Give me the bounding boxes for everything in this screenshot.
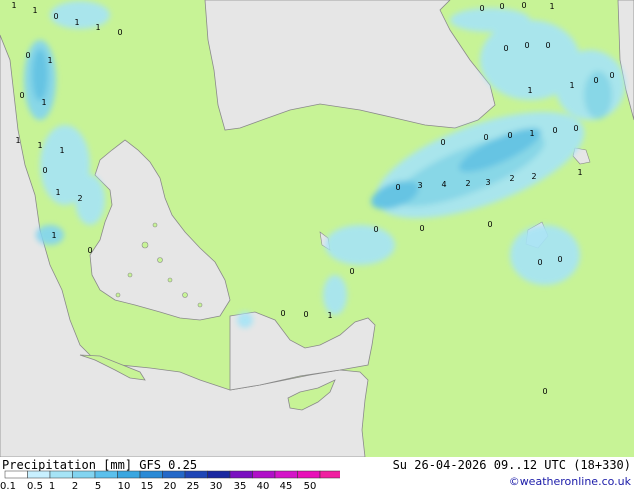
precip-value-label: 1 — [549, 2, 554, 11]
precip-value-label: 1 — [527, 86, 532, 95]
precip-value-label: 0 — [280, 309, 285, 318]
precip-value-label: 0 — [53, 12, 58, 21]
legend-swatch — [49, 470, 73, 479]
precip-value-label: 2 — [509, 174, 514, 183]
precip-value-label: 0 — [507, 131, 512, 140]
precip-value-label: 1 — [95, 23, 100, 32]
precip-value-label: 1 — [15, 136, 20, 145]
legend-tick-label: 2 — [72, 481, 78, 490]
precip-value-label: 2 — [465, 179, 470, 188]
legend-swatch — [252, 470, 276, 479]
legend-tick-label: 10 — [118, 481, 131, 490]
legend-swatch — [162, 470, 186, 479]
legend-swatch — [139, 470, 163, 479]
precip-value-label: 0 — [542, 387, 547, 396]
precipitation-map: 1 1 0 1 1 0 0 0 0 1 0 1 0 1 0 0 0 1 1 0 0 0 0 0 1 0 0 1 1 1 1 0 3 4 2 3 2 2 1 2… — [0, 0, 634, 457]
legend-swatch — [117, 470, 141, 479]
precip-value-label: 1 — [74, 18, 79, 27]
precip-value-label: 1 — [11, 1, 16, 10]
precip-value-label: 1 — [47, 56, 52, 65]
legend-swatch — [207, 470, 231, 479]
precip-value-label: 3 — [417, 181, 422, 190]
precip-value-label: 0 — [524, 41, 529, 50]
precip-value-label: 0 — [25, 51, 30, 60]
precip-value-label: 0 — [479, 4, 484, 13]
legend-tick-label: 30 — [210, 481, 223, 490]
precip-value-label: 1 — [577, 168, 582, 177]
precip-value-label: 0 — [499, 2, 504, 11]
legend-tick-label: 1 — [49, 481, 55, 490]
precip-value-label: 0 — [609, 71, 614, 80]
legend-tick-label: 20 — [164, 481, 177, 490]
precip-value-label: 0 — [487, 220, 492, 229]
precip-value-label: 0 — [593, 76, 598, 85]
legend-tick-label: 40 — [257, 481, 270, 490]
legend-swatch — [297, 470, 321, 479]
legend-tick-label: 35 — [234, 481, 247, 490]
precip-value-label: 1 — [51, 231, 56, 240]
legend-swatch — [4, 470, 28, 479]
legend-tick-label: 0.1 — [0, 481, 16, 490]
precip-value-label: 1 — [37, 141, 42, 150]
precip-value-label: 1 — [55, 188, 60, 197]
precip-value-label: 0 — [537, 258, 542, 267]
legend-swatch — [274, 470, 298, 479]
precip-value-label: 0 — [503, 44, 508, 53]
precip-value-label: 2 — [531, 172, 536, 181]
legend-tick-label: 0.5 — [27, 481, 43, 490]
precip-value-label: 0 — [349, 267, 354, 276]
precip-value-label: 0 — [521, 1, 526, 10]
precip-value-label: 1 — [327, 311, 332, 320]
precip-value-label: 0 — [373, 225, 378, 234]
precip-value-label: 2 — [77, 194, 82, 203]
run-info: Su 26-04-2026 09..12 UTC (18+330) — [392, 458, 631, 472]
precip-value-label: 1 — [32, 6, 37, 15]
legend-tick-label: 45 — [280, 481, 293, 490]
legend-tick-label: 25 — [187, 481, 200, 490]
precip-value-label: 0 — [557, 255, 562, 264]
precip-value-label: 0 — [552, 126, 557, 135]
site-credit-link[interactable]: ©weatheronline.co.uk — [509, 475, 631, 488]
precip-value-label: 0 — [419, 224, 424, 233]
legend-tick-label: 50 — [304, 481, 317, 490]
legend-swatch — [27, 470, 51, 479]
legend-tick-label: 15 — [141, 481, 154, 490]
legend-swatch — [72, 470, 96, 479]
precip-value-label: 1 — [59, 146, 64, 155]
precip-value-label: 0 — [87, 246, 92, 255]
precip-value-label: 0 — [545, 41, 550, 50]
precip-value-label: 0 — [440, 138, 445, 147]
precip-value-label: 1 — [569, 81, 574, 90]
legend-swatch — [229, 470, 253, 479]
precip-value-label: 1 — [41, 98, 46, 107]
precip-value-label: 0 — [573, 124, 578, 133]
precip-value-label: 0 — [483, 133, 488, 142]
legend-swatch — [184, 470, 208, 479]
legend-swatch — [94, 470, 118, 479]
precip-value-label: 4 — [441, 180, 446, 189]
precip-value-label: 1 — [529, 129, 534, 138]
legend-tick-label: 5 — [95, 481, 101, 490]
precip-value-label: 3 — [485, 178, 490, 187]
precipitation-legend: 0.1 0.5 1 2 5 10 15 20 25 30 35 40 45 50 — [0, 470, 340, 490]
precip-value-label: 0 — [117, 28, 122, 37]
precip-value-label: 0 — [303, 310, 308, 319]
precip-value-label: 0 — [395, 183, 400, 192]
legend-swatch — [319, 470, 340, 479]
precip-value-label: 0 — [42, 166, 47, 175]
precip-value-label: 0 — [19, 91, 24, 100]
